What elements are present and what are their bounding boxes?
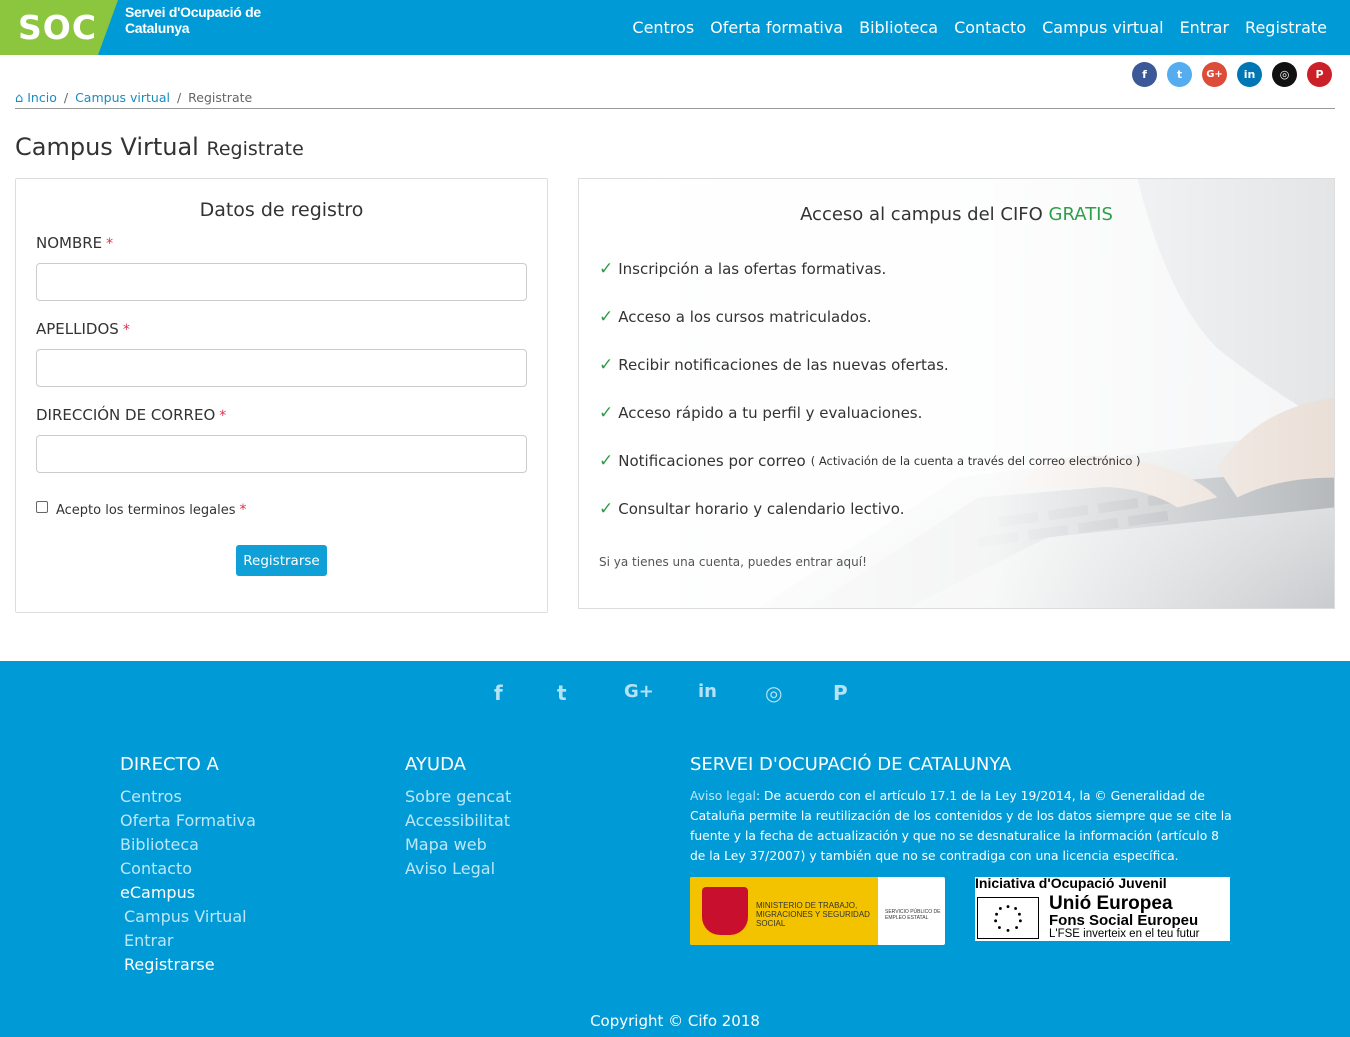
terms-checkbox[interactable] xyxy=(36,501,48,513)
check-icon: ✓ xyxy=(599,259,614,279)
twitter-icon[interactable]: t xyxy=(557,681,567,705)
check-icon: ✓ xyxy=(599,451,614,471)
pinterest-icon[interactable]: P xyxy=(833,681,848,705)
nav-biblioteca[interactable]: Biblioteca xyxy=(859,18,938,37)
terms-label: Acepto los terminos legales * xyxy=(56,502,247,518)
form-title: Datos de registro xyxy=(199,199,364,221)
nav-oferta-formativa[interactable]: Oferta formativa xyxy=(710,18,843,37)
footer-link-mapa-web[interactable]: Mapa web xyxy=(405,835,487,854)
surname-label: APELLIDOS * xyxy=(36,320,130,338)
check-icon: ✓ xyxy=(599,403,614,423)
check-icon: ✓ xyxy=(599,355,614,375)
instagram-icon[interactable]: ◎ xyxy=(1272,62,1297,87)
linkedin-icon[interactable]: in xyxy=(698,681,717,702)
footer-directo-heading: DIRECTO A xyxy=(120,754,219,775)
twitter-icon[interactable]: t xyxy=(1167,62,1192,87)
linkedin-icon[interactable]: in xyxy=(1237,62,1262,87)
aviso-legal-link[interactable]: Aviso legal xyxy=(690,789,756,803)
copyright: Copyright © Cifo 2018 xyxy=(590,1012,760,1030)
breadcrumb-current: Registrate xyxy=(188,90,253,105)
top-navbar: SOC Servei d'Ocupació de Catalunya Centr… xyxy=(0,0,1350,55)
eu-fse-logo[interactable]: Iniciativa d'Ocupació Juvenil Unió Europ… xyxy=(975,877,1230,941)
feature-item: ✓ Acceso a los cursos matriculados. xyxy=(599,307,872,327)
required-mark: * xyxy=(106,236,114,252)
name-input[interactable] xyxy=(36,263,527,301)
laptop-background-image xyxy=(579,179,1334,608)
register-button[interactable]: Registrarse xyxy=(236,545,327,576)
legal-notice: Aviso legal: De acuerdo con el artículo … xyxy=(690,789,1232,863)
breadcrumb-campus-virtual[interactable]: Campus virtual xyxy=(75,90,170,105)
pinterest-icon[interactable]: P xyxy=(1307,62,1332,87)
coat-of-arms-icon xyxy=(702,887,748,935)
breadcrumb-home[interactable]: ⌂ Incio xyxy=(15,90,57,106)
nav-registrate[interactable]: Registrate xyxy=(1245,18,1327,37)
footer-link-entrar[interactable]: Entrar xyxy=(124,931,173,950)
page-subtitle: Registrate xyxy=(206,138,304,160)
social-links-top: f t G+ in ◎ P xyxy=(1132,62,1332,87)
footer-link-ecampus[interactable]: eCampus xyxy=(120,883,195,902)
campus-info-title: Acceso al campus del CIFO GRATIS xyxy=(800,204,1113,225)
home-icon: ⌂ xyxy=(15,91,24,106)
google-plus-icon[interactable]: G+ xyxy=(1202,62,1227,87)
footer-ayuda-heading: AYUDA xyxy=(405,754,466,775)
feature-item: ✓ Consultar horario y calendario lectivo. xyxy=(599,499,905,519)
campus-info-panel: Acceso al campus del CIFO GRATIS ✓ Inscri… xyxy=(578,178,1335,609)
check-icon: ✓ xyxy=(599,499,614,519)
login-hint-link[interactable]: Si ya tienes una cuenta, puedes entrar a… xyxy=(599,555,867,569)
feature-item: ✓ Notificaciones por correo( Activación d… xyxy=(599,451,1141,471)
registration-form: Datos de registro NOMBRE * APELLIDOS * DIR… xyxy=(15,178,548,613)
nav-contacto[interactable]: Contacto xyxy=(954,18,1026,37)
ministerio-logo[interactable]: MINISTERIO DE TRABAJO, MIGRACIONES Y SEG… xyxy=(690,877,945,945)
gratis-highlight: GRATIS xyxy=(1048,204,1113,225)
footer-link-accessibilitat[interactable]: Accessibilitat xyxy=(405,811,510,830)
feature-item: ✓ Inscripción a las ofertas formativas. xyxy=(599,259,887,279)
surname-input[interactable] xyxy=(36,349,527,387)
footer-link-sobre-gencat[interactable]: Sobre gencat xyxy=(405,787,511,806)
footer-soc-heading: SERVEI D'OCUPACIÓ DE CATALUNYA xyxy=(690,754,1012,775)
soc-logo-text[interactable]: SOC xyxy=(18,8,97,47)
required-mark: * xyxy=(122,322,130,338)
name-label: NOMBRE * xyxy=(36,234,114,252)
nav-entrar[interactable]: Entrar xyxy=(1180,18,1229,37)
breadcrumb: ⌂ Incio / Campus virtual / Registrate xyxy=(15,90,1335,109)
google-plus-icon[interactable]: G+ xyxy=(624,681,654,702)
eu-flag-icon xyxy=(977,897,1039,939)
feature-item: ✓ Recibir notificaciones de las nuevas of… xyxy=(599,355,949,375)
facebook-icon[interactable]: f xyxy=(1132,62,1157,87)
site-footer: f t G+ in ◎ P DIRECTO A Centros Oferta F… xyxy=(0,661,1350,1037)
feature-subnote: ( Activación de la cuenta a través del c… xyxy=(810,454,1141,468)
facebook-icon[interactable]: f xyxy=(494,681,503,705)
nav-campus-virtual[interactable]: Campus virtual xyxy=(1042,18,1163,37)
footer-link-oferta[interactable]: Oferta Formativa xyxy=(120,811,256,830)
page-title: Campus Virtual Registrate xyxy=(15,133,304,161)
footer-link-centros[interactable]: Centros xyxy=(120,787,182,806)
footer-link-campus-virtual[interactable]: Campus Virtual xyxy=(124,907,247,926)
required-mark: * xyxy=(219,408,227,424)
nav-centros[interactable]: Centros xyxy=(632,18,694,37)
soc-logo-subtitle[interactable]: Servei d'Ocupació de Catalunya xyxy=(125,4,265,36)
email-label: DIRECCIÓN DE CORREO * xyxy=(36,406,227,424)
feature-item: ✓ Acceso rápido a tu perfil y evaluacione… xyxy=(599,403,923,423)
main-nav: Centros Oferta formativa Biblioteca Cont… xyxy=(616,18,1327,37)
instagram-icon[interactable]: ◎ xyxy=(765,681,782,705)
footer-link-biblioteca[interactable]: Biblioteca xyxy=(120,835,199,854)
footer-link-aviso-legal[interactable]: Aviso Legal xyxy=(405,859,495,878)
email-input[interactable] xyxy=(36,435,527,473)
footer-link-contacto[interactable]: Contacto xyxy=(120,859,192,878)
check-icon: ✓ xyxy=(599,307,614,327)
footer-link-registrarse[interactable]: Registrarse xyxy=(124,955,215,974)
